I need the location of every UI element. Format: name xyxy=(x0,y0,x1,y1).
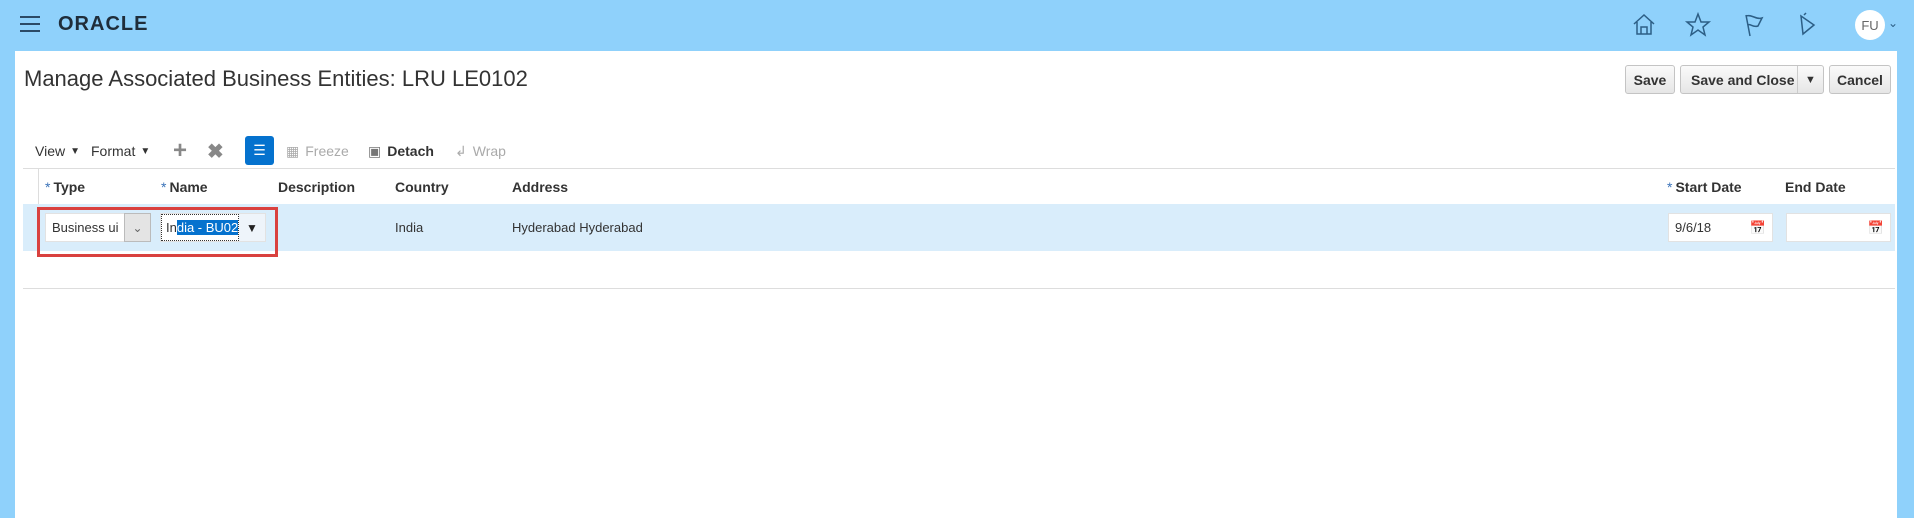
name-combobox[interactable]: In dia - BU02 ▼ xyxy=(160,213,266,242)
freeze-label: Freeze xyxy=(305,143,349,159)
wrap-icon: ↲ xyxy=(455,142,467,159)
chevron-down-icon[interactable]: ⌄ xyxy=(1888,16,1898,30)
save-button[interactable]: Save xyxy=(1625,65,1675,94)
page-title: Manage Associated Business Entities: LRU… xyxy=(24,66,528,91)
home-icon[interactable] xyxy=(1629,10,1659,40)
detach-button[interactable]: ▣ Detach xyxy=(368,141,434,161)
start-date-input[interactable]: 9/6/18 📅 xyxy=(1668,213,1773,242)
column-header-type[interactable]: * Type xyxy=(45,179,85,195)
column-header-end-date[interactable]: End Date xyxy=(1785,179,1846,195)
save-and-close-button[interactable]: Save and Close ▼ xyxy=(1680,65,1824,94)
divider xyxy=(23,288,1895,289)
view-label: View xyxy=(35,143,66,159)
caret-down-icon[interactable]: ▼ xyxy=(1797,66,1823,93)
caret-down-icon: ▼ xyxy=(140,145,151,157)
column-label: Name xyxy=(169,179,208,195)
add-icon[interactable]: + xyxy=(173,137,187,164)
caret-down-icon[interactable]: ▼ xyxy=(239,221,265,235)
view-menu[interactable]: View ▼ xyxy=(35,141,80,161)
calendar-icon[interactable]: 📅 xyxy=(1868,220,1884,236)
wrap-button[interactable]: ↲ Wrap xyxy=(455,141,506,161)
bell-icon[interactable] xyxy=(1792,10,1822,40)
save-and-close-label: Save and Close xyxy=(1691,71,1795,88)
flag-icon[interactable] xyxy=(1738,10,1768,40)
name-selected-text: dia - BU02 xyxy=(176,220,239,235)
table-row[interactable] xyxy=(23,204,1895,251)
oracle-logo[interactable]: ORACLE xyxy=(58,13,148,36)
column-header-start-date[interactable]: * Start Date xyxy=(1667,179,1742,195)
top-header xyxy=(0,0,1914,51)
start-date-value: 9/6/18 xyxy=(1675,220,1712,235)
chevron-down-icon[interactable]: ⌄ xyxy=(124,213,151,242)
format-label: Format xyxy=(91,143,136,159)
detach-label: Detach xyxy=(387,143,434,159)
freeze-icon: ▦ xyxy=(286,142,300,159)
country-cell: India xyxy=(395,220,424,235)
address-cell: Hyderabad Hyderabad xyxy=(512,220,643,235)
query-by-example-icon[interactable]: ☰ xyxy=(245,136,274,165)
user-avatar[interactable]: FU xyxy=(1855,10,1885,40)
format-menu[interactable]: Format ▼ xyxy=(91,141,150,161)
wrap-label: Wrap xyxy=(472,143,506,159)
name-text: In xyxy=(166,220,177,235)
end-date-input[interactable]: 📅 xyxy=(1786,213,1891,242)
column-header-description[interactable]: Description xyxy=(278,179,355,195)
star-icon[interactable] xyxy=(1683,10,1713,40)
column-header-address[interactable]: Address xyxy=(512,179,568,195)
content-panel xyxy=(15,51,1897,518)
menu-icon[interactable] xyxy=(20,16,40,32)
caret-down-icon: ▼ xyxy=(70,145,80,157)
cancel-button[interactable]: Cancel xyxy=(1829,65,1891,94)
column-header-country[interactable]: Country xyxy=(395,179,449,195)
delete-icon[interactable]: ✖ xyxy=(207,141,224,163)
calendar-icon[interactable]: 📅 xyxy=(1750,220,1766,236)
column-label: Start Date xyxy=(1675,179,1742,195)
type-select[interactable]: Business ui xyxy=(45,213,125,242)
detach-icon: ▣ xyxy=(368,142,382,159)
column-header-name[interactable]: * Name xyxy=(161,179,208,195)
type-value: Business ui xyxy=(52,220,119,235)
divider xyxy=(23,168,1895,169)
freeze-button[interactable]: ▦ Freeze xyxy=(286,141,349,161)
column-label: Type xyxy=(53,179,86,195)
